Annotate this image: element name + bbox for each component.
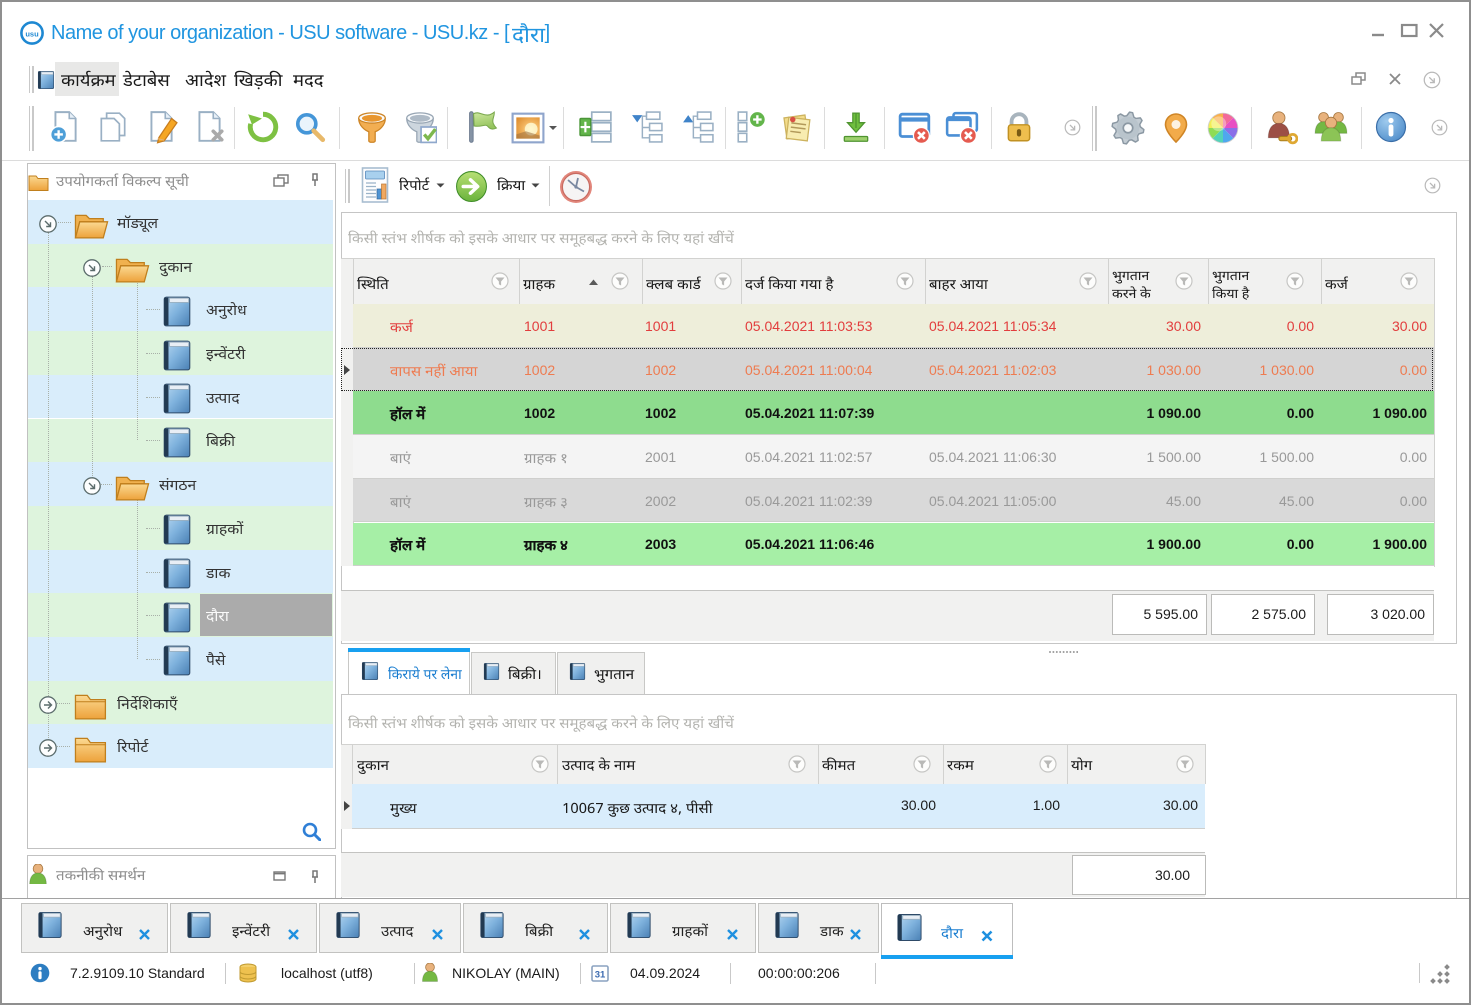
svg-text:31: 31 bbox=[595, 970, 606, 981]
svg-text:usu: usu bbox=[25, 30, 39, 39]
